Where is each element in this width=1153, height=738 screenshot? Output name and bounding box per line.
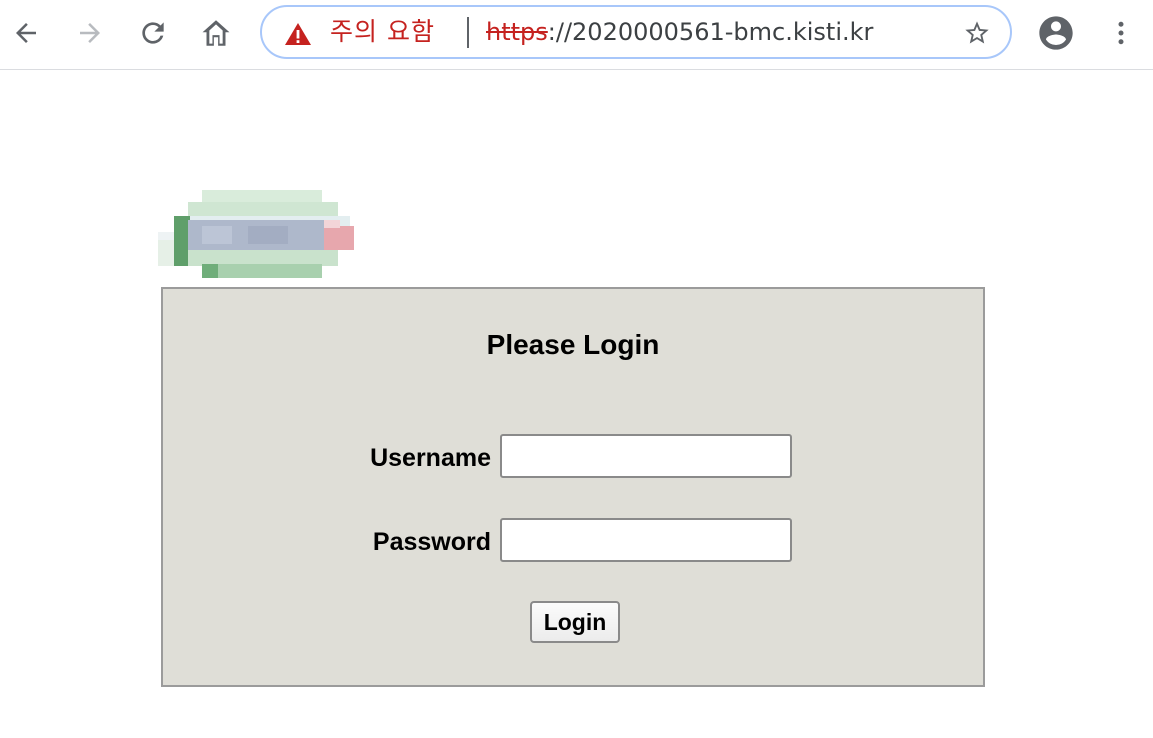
username-input[interactable] xyxy=(500,434,792,478)
kebab-menu-icon xyxy=(1118,21,1124,45)
arrow-right-icon xyxy=(80,23,100,43)
password-label: Password xyxy=(372,528,491,556)
profile-button[interactable] xyxy=(1036,13,1076,53)
username-label: Username xyxy=(370,444,491,472)
menu-button[interactable] xyxy=(1101,13,1141,53)
login-panel: Please Login Username Password Login xyxy=(161,287,985,687)
account-circle-icon xyxy=(1039,16,1073,50)
back-button[interactable] xyxy=(6,13,46,53)
reload-icon xyxy=(142,22,164,44)
browser-toolbar: 주의 요함 https://2020000561-bmc.kisti.kr xyxy=(0,0,1153,70)
login-title: Please Login xyxy=(486,329,660,360)
login-button[interactable]: Login xyxy=(530,601,620,643)
forward-button[interactable] xyxy=(70,13,110,53)
url-host: ://2020000561-bmc.kisti.kr xyxy=(547,18,874,46)
star-icon[interactable] xyxy=(962,19,992,47)
address-bar[interactable]: 주의 요함 https://2020000561-bmc.kisti.kr xyxy=(260,5,1012,59)
home-button[interactable] xyxy=(196,13,236,53)
omnibox-separator xyxy=(467,17,469,48)
security-warning-label[interactable]: 주의 요함 xyxy=(330,16,435,48)
url-text[interactable]: https://2020000561-bmc.kisti.kr xyxy=(486,16,873,48)
password-input[interactable] xyxy=(500,518,792,562)
arrow-left-icon xyxy=(16,23,36,43)
site-logo xyxy=(158,190,354,278)
url-scheme: https xyxy=(486,18,548,46)
home-icon xyxy=(202,20,230,46)
warning-triangle-icon xyxy=(285,23,311,45)
reload-button[interactable] xyxy=(133,13,173,53)
